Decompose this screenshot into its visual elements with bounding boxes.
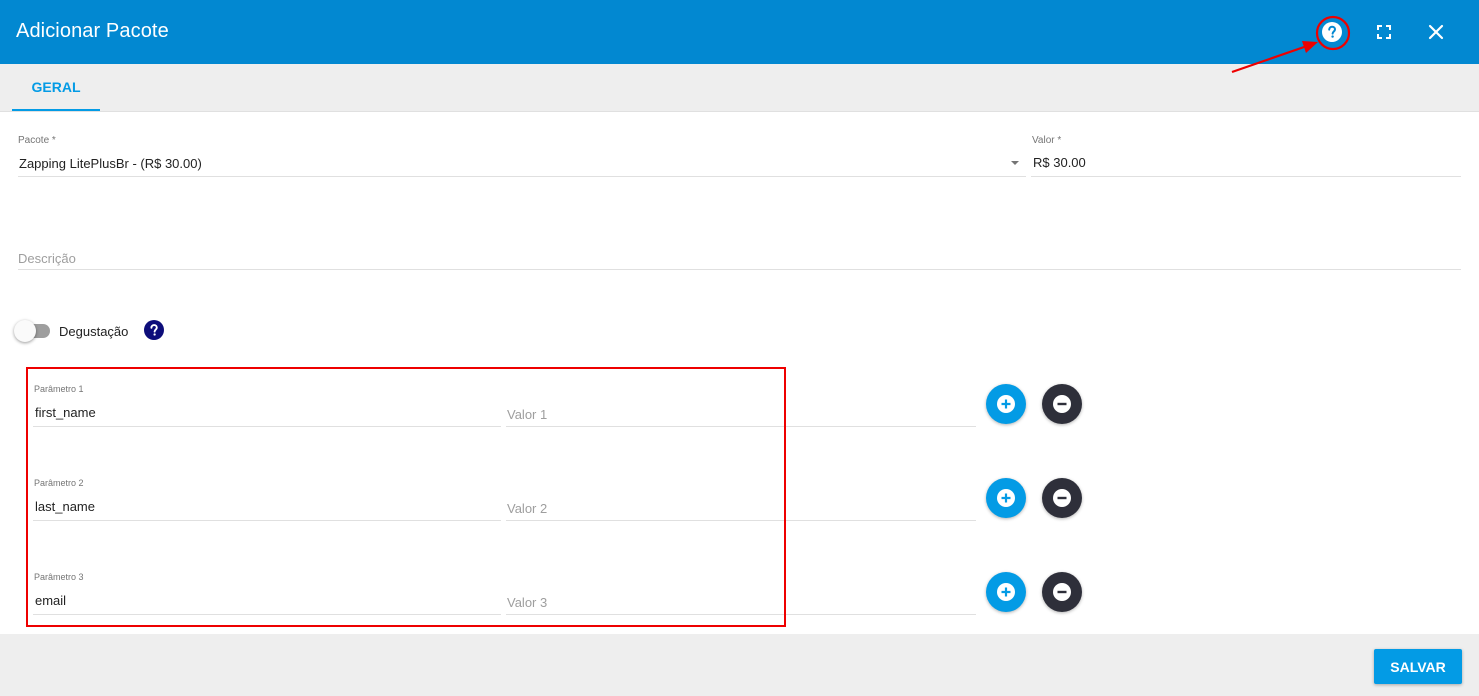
- dialog-header: Adicionar Pacote: [0, 0, 1479, 64]
- pacote-label: Pacote *: [18, 135, 56, 146]
- parametro-3-input[interactable]: email: [35, 593, 66, 608]
- degustacao-help-button[interactable]: [144, 320, 164, 345]
- valor-2-input[interactable]: Valor 2: [507, 501, 547, 516]
- degustacao-toggle[interactable]: [14, 320, 36, 342]
- fullscreen-button[interactable]: [1368, 16, 1400, 48]
- degustacao-label: Degustação: [59, 324, 129, 339]
- parametro-3-underline: [33, 614, 501, 615]
- plus-circle-icon: [997, 489, 1015, 507]
- close-icon: [1428, 24, 1444, 40]
- parametro-1-input[interactable]: first_name: [35, 405, 96, 420]
- close-button[interactable]: [1420, 16, 1452, 48]
- add-parameter-button[interactable]: [986, 478, 1026, 518]
- minus-circle-icon: [1053, 489, 1071, 507]
- plus-circle-icon: [997, 583, 1015, 601]
- tab-bar: GERAL: [0, 64, 1479, 112]
- help-icon: [1322, 22, 1342, 42]
- form-content: Pacote * Zapping LitePlusBr - (R$ 30.00)…: [0, 112, 1479, 634]
- add-parameter-button[interactable]: [986, 572, 1026, 612]
- remove-parameter-button[interactable]: [1042, 478, 1082, 518]
- help-button[interactable]: [1316, 16, 1348, 48]
- valor-input[interactable]: R$ 30.00: [1033, 155, 1086, 170]
- parametro-2-underline: [33, 520, 501, 521]
- parametro-1-label: Parâmetro 1: [34, 384, 84, 394]
- parametro-2-label: Parâmetro 2: [34, 478, 84, 488]
- minus-circle-icon: [1053, 395, 1071, 413]
- help-icon: [144, 320, 164, 340]
- dialog-footer: SALVAR: [0, 634, 1479, 696]
- descricao-input[interactable]: Descrição: [18, 251, 76, 266]
- minus-circle-icon: [1053, 583, 1071, 601]
- descricao-underline: [18, 269, 1461, 270]
- pacote-select[interactable]: Zapping LitePlusBr - (R$ 30.00): [19, 156, 202, 171]
- remove-parameter-button[interactable]: [1042, 572, 1082, 612]
- valor-underline: [1031, 176, 1461, 177]
- valor-1-input[interactable]: Valor 1: [507, 407, 547, 422]
- fullscreen-icon: [1377, 25, 1391, 39]
- parametro-3-label: Parâmetro 3: [34, 572, 84, 582]
- valor-2-underline: [506, 520, 976, 521]
- valor-3-underline: [506, 614, 976, 615]
- dialog-title: Adicionar Pacote: [16, 20, 169, 42]
- parametro-1-underline: [33, 426, 501, 427]
- valor-1-underline: [506, 426, 976, 427]
- remove-parameter-button[interactable]: [1042, 384, 1082, 424]
- pacote-underline: [18, 176, 1026, 177]
- save-button[interactable]: SALVAR: [1374, 649, 1462, 684]
- valor-label: Valor *: [1032, 135, 1062, 146]
- valor-3-input[interactable]: Valor 3: [507, 595, 547, 610]
- tab-geral[interactable]: GERAL: [12, 64, 100, 111]
- add-parameter-button[interactable]: [986, 384, 1026, 424]
- dropdown-arrow-icon[interactable]: [1011, 161, 1019, 165]
- plus-circle-icon: [997, 395, 1015, 413]
- parametro-2-input[interactable]: last_name: [35, 499, 95, 514]
- annotation-highlight-box: [26, 367, 786, 627]
